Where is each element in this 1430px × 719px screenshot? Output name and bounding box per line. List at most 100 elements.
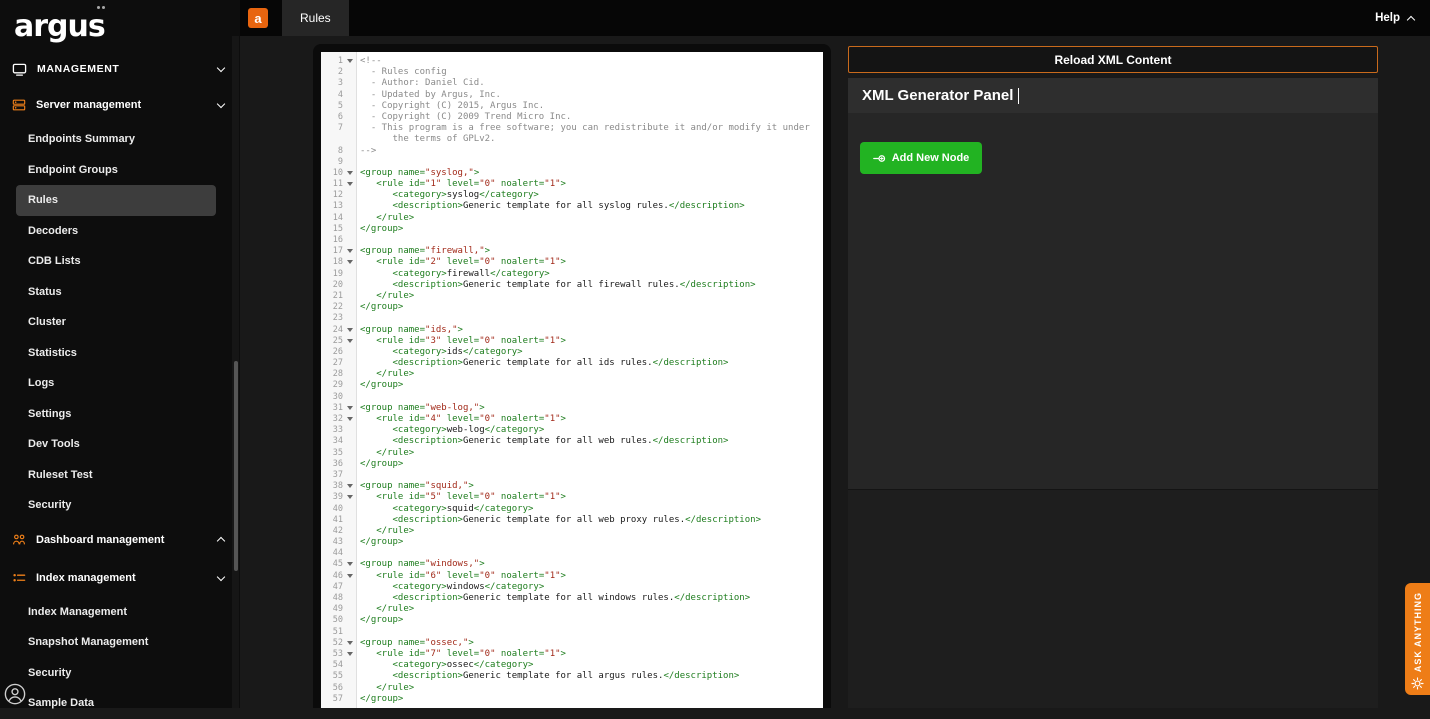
sidebar-item-settings[interactable]: Settings (16, 399, 216, 430)
code-text: <description>Generic template for all ar… (360, 671, 740, 682)
sidebar-item-label: Statistics (28, 346, 77, 359)
code-text: <group name="windows,"> (360, 559, 485, 570)
tab-rules[interactable]: Rules (282, 0, 349, 36)
editor-line: 25 <rule id="3" level="0" noalert="1"> (321, 336, 823, 347)
code-text: <description>Generic template for all we… (360, 514, 761, 525)
sidebar-item-status[interactable]: Status (16, 277, 216, 308)
fold-arrow-icon[interactable] (343, 179, 357, 190)
sidebar-item-label: Security (28, 499, 72, 512)
fold-arrow-icon[interactable] (343, 168, 357, 179)
ask-anything-tab[interactable]: ASK ANYTHING (1405, 583, 1430, 695)
fold-arrow-icon[interactable] (343, 257, 357, 268)
argus-logo-text: argus (14, 8, 106, 44)
editor-line: 37 (321, 470, 823, 481)
panel-body: Add New Node (848, 113, 1378, 489)
code-text: <category>syslog</category> (360, 190, 539, 201)
editor-line: 53 <rule id="7" level="0" noalert="1"> (321, 649, 823, 660)
editor-line: 50 </group> (321, 615, 823, 626)
code-text: <rule id="5" level="0" noalert="1"> (360, 492, 566, 503)
code-text: </group> (360, 380, 404, 391)
fold-arrow-icon[interactable] (343, 336, 357, 347)
sidebar-scrollbar-thumb[interactable] (234, 361, 238, 571)
editor-line: 22 </group> (321, 302, 823, 313)
code-text: - Copyright (C) 2009 Trend Micro Inc. (360, 111, 572, 122)
xml-editor-frame: 1 <!-- 2 - Rules config 3 - Author: Daniel … (313, 44, 831, 708)
editor-line: 45 <group name="windows,"> (321, 559, 823, 570)
line-number: 35 (332, 447, 343, 458)
fold-gutter-spacer (343, 470, 357, 481)
argus-logo[interactable]: argus (14, 5, 106, 44)
sidebar-item-ruleset-test[interactable]: Ruleset Test (16, 460, 216, 491)
fold-gutter-spacer (343, 660, 357, 671)
help-button[interactable]: Help (1375, 12, 1416, 24)
sidebar-item-dev-tools[interactable]: Dev Tools (16, 429, 216, 460)
line-number: 30 (332, 391, 343, 402)
sidebar-group-label: Dashboard management (36, 533, 165, 546)
sidebar-section-management[interactable]: MANAGEMENT (0, 52, 240, 86)
fold-arrow-icon[interactable] (343, 559, 357, 570)
fold-arrow-icon[interactable] (343, 414, 357, 425)
sidebar-item-label: Index Management (28, 605, 128, 618)
sidebar-item-statistics[interactable]: Statistics (16, 338, 216, 369)
sidebar-group-server-management[interactable]: Server management (0, 86, 240, 124)
sidebar-item-endpoint-groups[interactable]: Endpoint Groups (16, 155, 216, 186)
fold-arrow-icon[interactable] (343, 403, 357, 414)
fold-arrow-icon[interactable] (343, 246, 357, 257)
sidebar-group-dashboard-management[interactable]: Dashboard management (0, 521, 240, 559)
sidebar-item-security[interactable]: Security (16, 490, 216, 521)
line-number: 12 (332, 190, 343, 201)
xml-generator-panel: Reload XML Content XML Generator Panel A… (848, 46, 1378, 708)
fold-arrow-icon[interactable] (343, 649, 357, 660)
code-text: - Updated by Argus, Inc. (360, 89, 501, 100)
user-avatar-icon[interactable] (4, 683, 26, 705)
reload-xml-button[interactable]: Reload XML Content (848, 46, 1378, 73)
editor-line: 44 (321, 548, 823, 559)
sidebar-item-label: Endpoint Groups (28, 163, 118, 176)
sidebar-item-security[interactable]: Security (16, 658, 216, 689)
line-number: 13 (332, 201, 343, 212)
sidebar-item-snapshot-management[interactable]: Snapshot Management (16, 627, 216, 658)
sidebar-item-label: Endpoints Summary (28, 133, 135, 146)
code-text: <rule id="6" level="0" noalert="1"> (360, 570, 566, 581)
fold-arrow-icon[interactable] (343, 325, 357, 336)
fold-arrow-icon[interactable] (343, 481, 357, 492)
fold-arrow-icon[interactable] (343, 56, 357, 67)
code-text: the terms of GPLv2. (360, 134, 496, 145)
line-number: 39 (332, 492, 343, 503)
fold-gutter-spacer (343, 269, 357, 280)
sidebar-item-sample-data[interactable]: Sample Data (16, 688, 216, 719)
editor-line: 3 - Author: Daniel Cid. (321, 78, 823, 89)
sidebar-item-rules[interactable]: Rules (16, 185, 216, 216)
editor-line: 11 <rule id="1" level="0" noalert="1"> (321, 179, 823, 190)
line-number: 28 (332, 369, 343, 380)
add-new-node-button[interactable]: Add New Node (860, 142, 982, 174)
sidebar-group-label: Index management (36, 571, 136, 584)
fold-arrow-icon[interactable] (343, 638, 357, 649)
sidebar-item-cdb-lists[interactable]: CDB Lists (16, 246, 216, 277)
fold-gutter-spacer (343, 224, 357, 235)
argus-logo-dots-icon (96, 5, 105, 9)
gear-icon (1411, 677, 1424, 690)
sidebar-item-logs[interactable]: Logs (16, 368, 216, 399)
sidebar-item-cluster[interactable]: Cluster (16, 307, 216, 338)
code-text: <rule id="3" level="0" noalert="1"> (360, 335, 566, 346)
fold-gutter-spacer (343, 134, 357, 145)
xml-editor[interactable]: 1 <!-- 2 - Rules config 3 - Author: Daniel … (321, 52, 823, 708)
fold-gutter-spacer (343, 235, 357, 246)
line-number: 3 (337, 78, 343, 89)
app-logo-badge[interactable]: a (248, 8, 268, 28)
line-number: 29 (332, 380, 343, 391)
code-text: </rule> (360, 682, 415, 693)
sidebar-item-endpoints-summary[interactable]: Endpoints Summary (16, 124, 216, 155)
fold-arrow-icon[interactable] (343, 492, 357, 503)
code-text: <rule id="7" level="0" noalert="1"> (360, 648, 566, 659)
sidebar-item-decoders[interactable]: Decoders (16, 216, 216, 247)
chevron-down-icon (216, 99, 226, 109)
fold-gutter-spacer (343, 291, 357, 302)
code-text: <group name="syslog,"> (360, 167, 480, 178)
sidebar-group-index-management[interactable]: Index management (0, 559, 240, 597)
fold-arrow-icon[interactable] (343, 571, 357, 582)
sidebar-item-index-management[interactable]: Index Management (16, 597, 216, 628)
editor-line: 55 <description>Generic template for all… (321, 671, 823, 682)
